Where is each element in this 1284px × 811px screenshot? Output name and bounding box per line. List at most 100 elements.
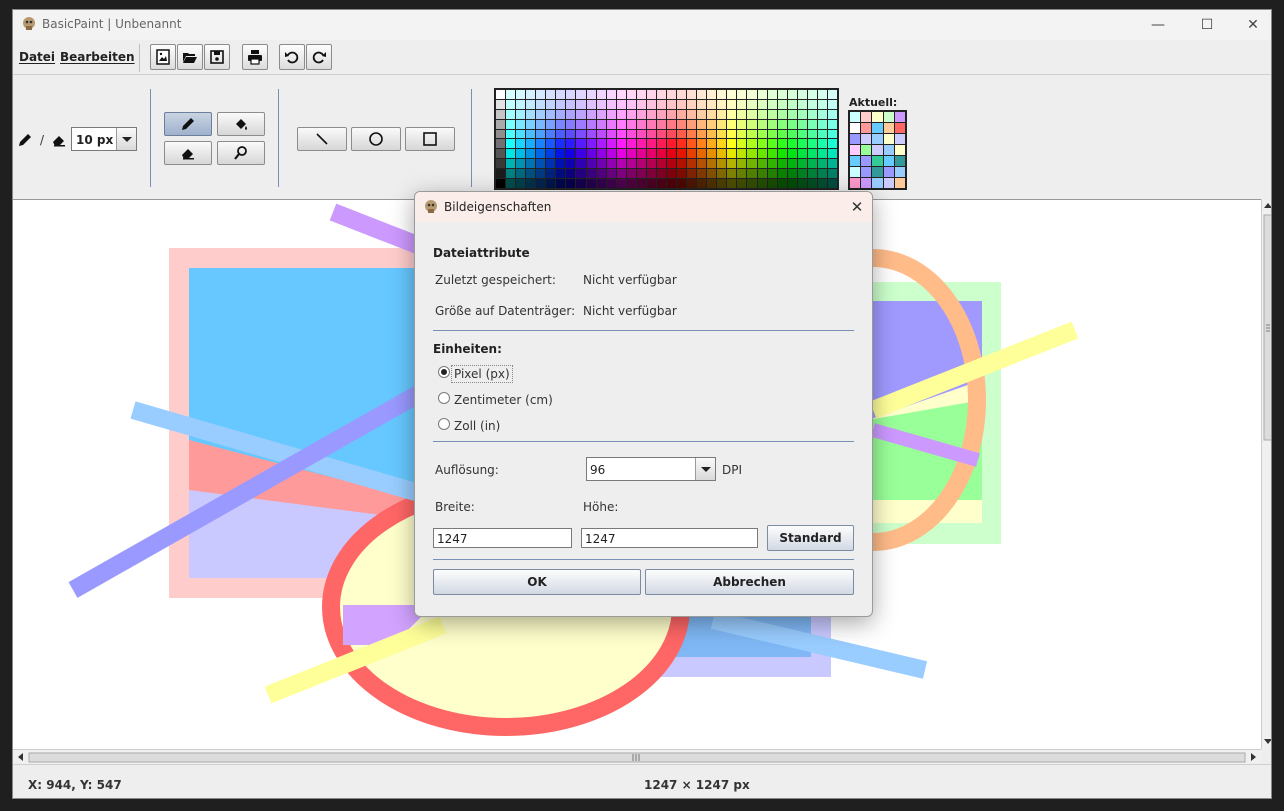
palette-swatch[interactable] [727,119,737,129]
palette-swatch[interactable] [767,149,777,159]
palette-swatch[interactable] [667,119,677,129]
palette-swatch[interactable] [717,90,727,99]
palette-swatch[interactable] [496,99,506,109]
palette-swatch[interactable] [626,159,636,169]
palette-swatch[interactable] [506,139,516,149]
palette-swatch[interactable] [687,149,697,159]
palette-swatch[interactable] [697,90,707,99]
ellipse-tool-button[interactable] [351,127,401,151]
palette-swatch[interactable] [646,159,656,169]
palette-swatch[interactable] [566,149,576,159]
palette-swatch[interactable] [707,149,717,159]
palette-swatch[interactable] [606,159,616,169]
current-color-swatch[interactable] [872,156,883,166]
current-color-swatch[interactable] [872,178,883,188]
current-color-swatch[interactable] [883,145,894,155]
palette-swatch[interactable] [817,119,827,129]
palette-swatch[interactable] [747,99,757,109]
palette-swatch[interactable] [576,179,586,188]
palette-swatch[interactable] [797,149,807,159]
current-color-swatch[interactable] [872,112,883,122]
palette-swatch[interactable] [656,99,666,109]
current-color-swatch[interactable] [872,167,883,177]
palette-swatch[interactable] [556,169,566,179]
palette-swatch[interactable] [827,139,837,149]
palette-swatch[interactable] [586,179,596,188]
palette-swatch[interactable] [616,139,626,149]
palette-swatch[interactable] [827,90,837,99]
palette-swatch[interactable] [777,119,787,129]
palette-swatch[interactable] [697,129,707,139]
ok-button[interactable]: OK [433,569,641,595]
palette-swatch[interactable] [606,149,616,159]
palette-swatch[interactable] [576,139,586,149]
current-color-swatch[interactable] [894,178,905,188]
palette-swatch[interactable] [516,129,526,139]
palette-swatch[interactable] [606,119,616,129]
palette-swatch[interactable] [556,159,566,169]
palette-swatch[interactable] [747,159,757,169]
palette-swatch[interactable] [586,139,596,149]
palette-swatch[interactable] [636,179,646,188]
palette-swatch[interactable] [747,169,757,179]
palette-swatch[interactable] [556,149,566,159]
cancel-button[interactable]: Abbrechen [645,569,854,595]
resolution-dropdown[interactable]: 96 [586,457,716,481]
palette-swatch[interactable] [767,159,777,169]
palette-swatch[interactable] [807,109,817,119]
palette-swatch[interactable] [556,139,566,149]
palette-swatch[interactable] [616,109,626,119]
current-color-swatch[interactable] [850,112,861,122]
palette-swatch[interactable] [717,139,727,149]
menu-edit[interactable]: Bearbeiten [60,50,135,64]
palette-swatch[interactable] [656,169,666,179]
palette-swatch[interactable] [667,139,677,149]
palette-swatch[interactable] [797,90,807,99]
palette-swatch[interactable] [576,169,586,179]
palette-swatch[interactable] [546,149,556,159]
current-color-swatch[interactable] [861,178,872,188]
palette-swatch[interactable] [546,129,556,139]
current-color-swatch[interactable] [894,123,905,133]
palette-swatch[interactable] [636,149,646,159]
palette-swatch[interactable] [656,129,666,139]
palette-swatch[interactable] [707,179,717,188]
undo-button[interactable] [279,44,305,70]
width-field[interactable]: 1247 [433,528,572,548]
palette-swatch[interactable] [526,99,536,109]
palette-swatch[interactable] [626,139,636,149]
palette-swatch[interactable] [596,129,606,139]
palette-swatch[interactable] [667,149,677,159]
palette-swatch[interactable] [817,169,827,179]
palette-swatch[interactable] [697,149,707,159]
palette-swatch[interactable] [506,149,516,159]
palette-swatch[interactable] [667,109,677,119]
palette-swatch[interactable] [827,99,837,109]
palette-swatch[interactable] [626,179,636,188]
palette-swatch[interactable] [546,139,556,149]
palette-swatch[interactable] [586,169,596,179]
palette-swatch[interactable] [817,99,827,109]
palette-swatch[interactable] [516,119,526,129]
palette-swatch[interactable] [747,119,757,129]
open-button[interactable] [177,44,203,70]
palette-swatch[interactable] [636,139,646,149]
palette-swatch[interactable] [556,129,566,139]
palette-swatch[interactable] [576,99,586,109]
palette-swatch[interactable] [566,99,576,109]
palette-swatch[interactable] [707,139,717,149]
palette-swatch[interactable] [777,149,787,159]
maximize-button[interactable]: ☐ [1185,13,1229,37]
palette-swatch[interactable] [777,90,787,99]
current-color-swatch[interactable] [850,134,861,144]
palette-swatch[interactable] [687,109,697,119]
palette-swatch[interactable] [757,119,767,129]
palette-swatch[interactable] [566,129,576,139]
palette-swatch[interactable] [817,129,827,139]
palette-swatch[interactable] [787,169,797,179]
palette-swatch[interactable] [797,169,807,179]
palette-swatch[interactable] [586,119,596,129]
palette-swatch[interactable] [596,159,606,169]
palette-swatch[interactable] [717,119,727,129]
palette-swatch[interactable] [737,109,747,119]
